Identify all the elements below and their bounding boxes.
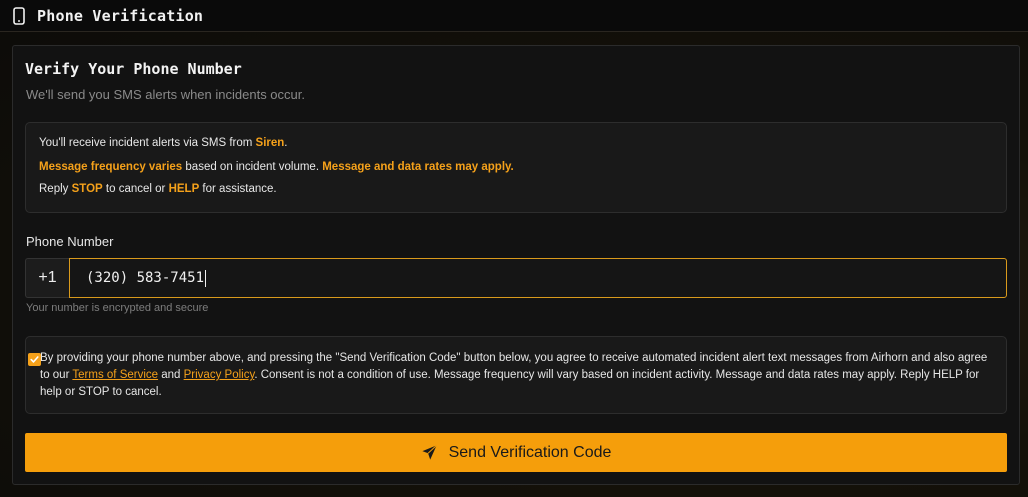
- consent-text: By providing your phone number above, an…: [40, 350, 1000, 401]
- country-code-prefix: +1: [25, 258, 69, 298]
- checkmark-icon: [30, 356, 39, 363]
- help-keyword: HELP: [168, 183, 200, 195]
- rates-highlight: Message and data rates may apply.: [322, 161, 514, 173]
- stop-keyword: STOP: [71, 183, 103, 195]
- consent-box: By providing your phone number above, an…: [25, 336, 1007, 414]
- info-line-sender: You'll receive incident alerts via SMS f…: [39, 137, 288, 149]
- frequency-highlight: Message frequency varies: [39, 161, 183, 173]
- phone-number-input[interactable]: (320) 583-7451: [69, 258, 1007, 298]
- terms-of-service-link[interactable]: Terms of Service: [72, 369, 158, 381]
- info-line-reply: Reply STOP to cancel or HELP for assista…: [39, 183, 277, 195]
- card-subtitle: We'll send you SMS alerts when incidents…: [26, 87, 305, 102]
- brand-name: Siren: [255, 137, 285, 149]
- info-text: You'll receive incident alerts via SMS f…: [39, 137, 256, 149]
- info-text: based on incident volume.: [182, 161, 323, 173]
- info-text: Reply: [39, 183, 72, 195]
- info-text: to cancel or: [102, 183, 169, 195]
- consent-text-part: and: [158, 369, 184, 381]
- send-verification-code-button[interactable]: Send Verification Code: [25, 433, 1007, 472]
- sms-info-box: You'll receive incident alerts via SMS f…: [25, 122, 1007, 213]
- send-icon: [421, 444, 438, 461]
- phone-helper-text: Your number is encrypted and secure: [26, 302, 209, 314]
- info-text: for assistance.: [199, 183, 277, 195]
- phone-number-label: Phone Number: [26, 234, 114, 249]
- smartphone-icon: [12, 6, 26, 25]
- page-title: Phone Verification: [37, 6, 204, 25]
- phone-number-value: (320) 583-7451: [86, 270, 205, 286]
- info-line-frequency: Message frequency varies based on incide…: [39, 161, 514, 173]
- top-bar: Phone Verification: [0, 0, 1028, 32]
- info-text: .: [284, 137, 288, 149]
- text-caret: [205, 269, 207, 287]
- card-title: Verify Your Phone Number: [25, 60, 242, 78]
- send-button-label: Send Verification Code: [448, 443, 612, 461]
- privacy-policy-link[interactable]: Privacy Policy: [184, 369, 255, 381]
- verification-card: Verify Your Phone Number We'll send you …: [12, 45, 1020, 485]
